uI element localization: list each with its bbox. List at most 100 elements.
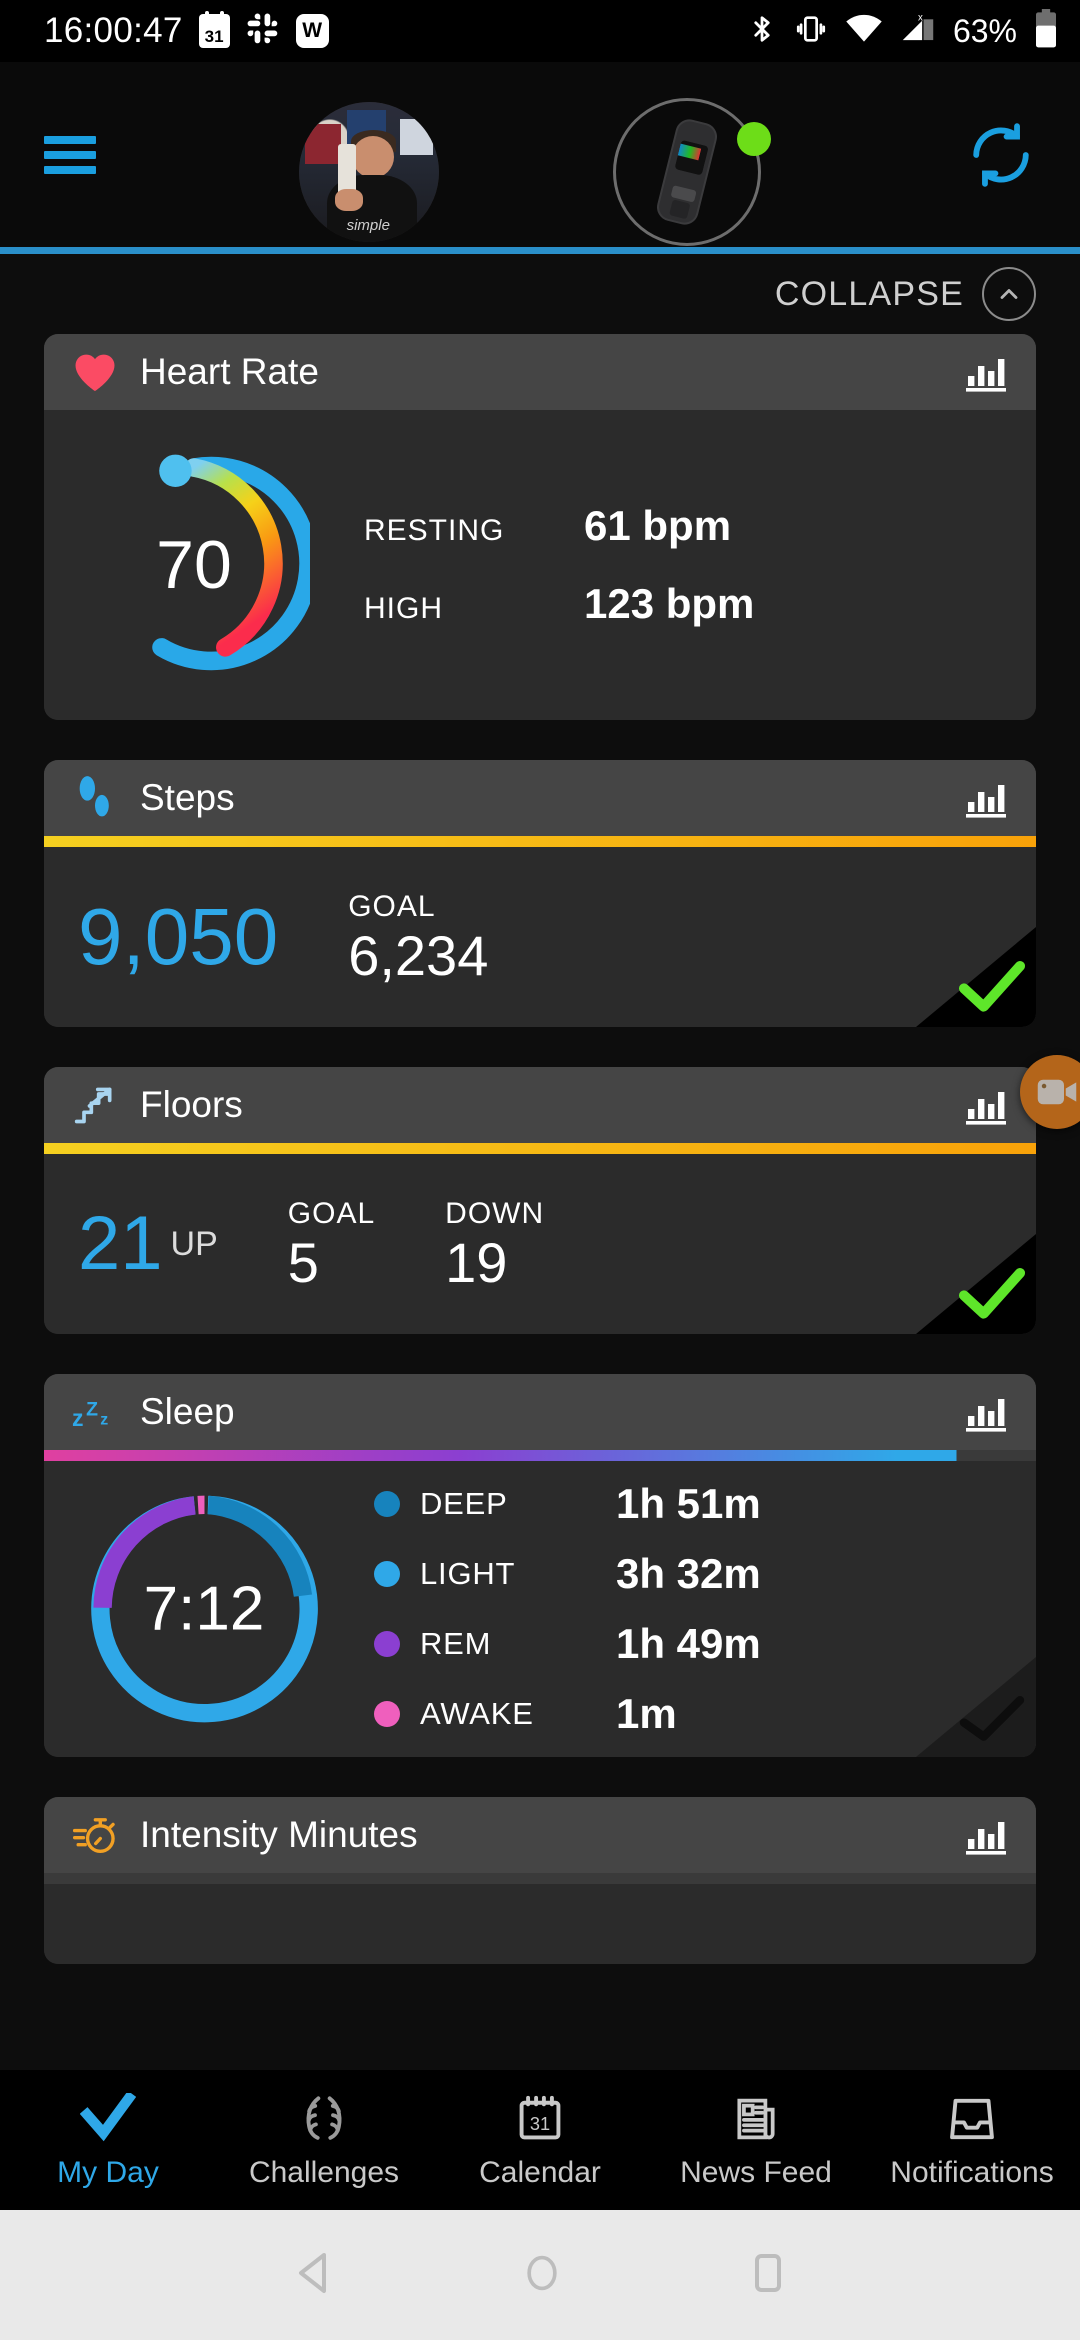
status-clock: 16:00:47 bbox=[44, 11, 183, 51]
status-bar: 16:00:47 31 W bbox=[0, 0, 1080, 62]
card-body-heart-rate: 70 RESTING 61 bpm HIGH 123 bpm bbox=[44, 410, 1036, 720]
bar-chart-icon[interactable] bbox=[964, 778, 1008, 818]
footprints-icon bbox=[72, 775, 118, 821]
nav-label-calendar: Calendar bbox=[479, 2156, 601, 2190]
inbox-tray-icon bbox=[946, 2090, 998, 2148]
heart-rate-current-value: 70 bbox=[44, 526, 344, 604]
bar-chart-icon[interactable] bbox=[964, 1815, 1008, 1855]
card-title-floors: Floors bbox=[140, 1084, 243, 1126]
deep-value: 1h 51m bbox=[616, 1480, 761, 1528]
card-body-steps: 9,050 GOAL 6,234 bbox=[44, 847, 1036, 1027]
heart-rate-stats: RESTING 61 bpm HIGH 123 bpm bbox=[344, 502, 1036, 628]
home-circle-icon[interactable] bbox=[520, 2249, 564, 2302]
bar-chart-icon[interactable] bbox=[964, 1392, 1008, 1432]
rem-value: 1h 49m bbox=[616, 1620, 761, 1668]
floors-goal-block: GOAL 5 bbox=[288, 1197, 375, 1291]
nav-item-news-feed[interactable]: News Feed bbox=[648, 2090, 864, 2190]
card-body-intensity-minutes bbox=[44, 1884, 1036, 1964]
card-title-sleep: Sleep bbox=[140, 1391, 235, 1433]
card-title-intensity-minutes: Intensity Minutes bbox=[140, 1814, 418, 1856]
floors-down-block: DOWN 19 bbox=[445, 1197, 544, 1291]
bar-chart-icon[interactable] bbox=[964, 1085, 1008, 1125]
battery-icon bbox=[1034, 9, 1058, 54]
card-steps[interactable]: Steps 9,050 GOAL 6,234 bbox=[44, 760, 1036, 1027]
back-triangle-icon[interactable] bbox=[292, 2249, 336, 2302]
sleep-donut-chart: 7:12 bbox=[44, 1485, 364, 1733]
header-accent-line bbox=[0, 247, 1080, 254]
deep-color-dot bbox=[374, 1491, 400, 1517]
android-navigation-bar bbox=[0, 2210, 1080, 2340]
collapse-control[interactable]: COLLAPSE bbox=[0, 254, 1080, 334]
battery-percent-label: 63% bbox=[953, 13, 1017, 50]
newspaper-icon bbox=[731, 2090, 781, 2148]
nav-item-calendar[interactable]: 31 Calendar bbox=[432, 2090, 648, 2190]
awake-label: AWAKE bbox=[420, 1696, 616, 1732]
laurel-wreath-icon bbox=[297, 2090, 351, 2148]
light-label: LIGHT bbox=[420, 1556, 616, 1592]
device-indicator[interactable] bbox=[613, 98, 761, 246]
hamburger-menu-icon[interactable] bbox=[44, 136, 96, 174]
nav-label-news-feed: News Feed bbox=[680, 2156, 832, 2190]
awake-value: 1m bbox=[616, 1690, 677, 1738]
card-body-sleep: 7:12 DEEP 1h 51m LIGHT 3h 32m bbox=[44, 1461, 1036, 1757]
awake-color-dot bbox=[374, 1701, 400, 1727]
avatar[interactable]: simple bbox=[299, 102, 439, 242]
sleep-corner-badge bbox=[916, 1657, 1036, 1757]
sync-refresh-icon[interactable] bbox=[966, 120, 1036, 190]
scroll-content[interactable]: COLLAPSE Heart Rate bbox=[0, 254, 1080, 2070]
card-body-floors: 21 UP GOAL 5 DOWN 19 bbox=[44, 1154, 1036, 1334]
steps-goal-label: GOAL bbox=[348, 890, 488, 924]
goal-met-badge bbox=[916, 1234, 1036, 1334]
recents-square-icon[interactable] bbox=[748, 2249, 788, 2302]
w-app-icon: W bbox=[296, 14, 329, 48]
checkmark-icon bbox=[80, 2090, 136, 2148]
calendar-day-number: 31 bbox=[205, 28, 224, 48]
goal-met-badge bbox=[916, 927, 1036, 1027]
card-floors[interactable]: Floors 21 UP GOAL 5 DOWN bbox=[44, 1067, 1036, 1334]
cellular-no-sim-icon: x bbox=[900, 12, 936, 51]
sleep-legend-row: LIGHT 3h 32m bbox=[374, 1550, 1036, 1598]
high-label: HIGH bbox=[364, 592, 584, 626]
floors-progress-bar bbox=[44, 1143, 1036, 1154]
vibrate-icon bbox=[794, 12, 828, 51]
bar-chart-icon[interactable] bbox=[964, 352, 1008, 392]
avatar-caption: simple bbox=[347, 217, 390, 234]
rem-label: REM bbox=[420, 1626, 616, 1662]
card-header-steps: Steps bbox=[44, 760, 1036, 836]
device-connected-status-dot bbox=[737, 122, 771, 156]
light-value: 3h 32m bbox=[616, 1550, 761, 1598]
bluetooth-icon bbox=[747, 12, 777, 51]
stopwatch-icon bbox=[72, 1813, 118, 1857]
card-header-heart-rate: Heart Rate bbox=[44, 334, 1036, 410]
card-title-steps: Steps bbox=[140, 777, 235, 819]
sleep-total-value: 7:12 bbox=[44, 1574, 364, 1645]
nav-item-my-day[interactable]: My Day bbox=[0, 2090, 216, 2190]
calendar-icon: 31 bbox=[514, 2090, 566, 2148]
card-heart-rate[interactable]: Heart Rate bbox=[44, 334, 1036, 720]
bottom-navigation: My Day Challenges 31 Calenda bbox=[0, 2070, 1080, 2210]
sleep-progress-bar bbox=[44, 1450, 1036, 1461]
phone-screen: 16:00:47 31 W bbox=[0, 0, 1080, 2340]
status-bar-left: 16:00:47 31 W bbox=[44, 11, 329, 51]
steps-goal-value: 6,234 bbox=[348, 928, 488, 984]
card-sleep[interactable]: z Z z Sleep bbox=[44, 1374, 1036, 1757]
chevron-up-icon[interactable] bbox=[982, 267, 1036, 321]
resting-value: 61 bpm bbox=[584, 502, 731, 550]
calendar-icon: 31 bbox=[199, 14, 230, 48]
floors-goal-value: 5 bbox=[288, 1235, 375, 1291]
deep-label: DEEP bbox=[420, 1486, 616, 1522]
nav-item-notifications[interactable]: Notifications bbox=[864, 2090, 1080, 2190]
svg-text:Z: Z bbox=[86, 1399, 98, 1421]
slack-icon bbox=[246, 12, 280, 51]
nav-item-challenges[interactable]: Challenges bbox=[216, 2090, 432, 2190]
steps-goal-block: GOAL 6,234 bbox=[348, 890, 488, 984]
card-header-sleep: z Z z Sleep bbox=[44, 1374, 1036, 1450]
floors-down-label: DOWN bbox=[445, 1197, 544, 1231]
card-intensity-minutes[interactable]: Intensity Minutes bbox=[44, 1797, 1036, 1964]
stairs-up-icon bbox=[72, 1083, 118, 1127]
intensity-progress-bar bbox=[44, 1873, 1036, 1884]
wifi-icon bbox=[845, 13, 883, 50]
sleep-legend-row: DEEP 1h 51m bbox=[374, 1480, 1036, 1528]
floors-goal-label: GOAL bbox=[288, 1197, 375, 1231]
light-color-dot bbox=[374, 1561, 400, 1587]
